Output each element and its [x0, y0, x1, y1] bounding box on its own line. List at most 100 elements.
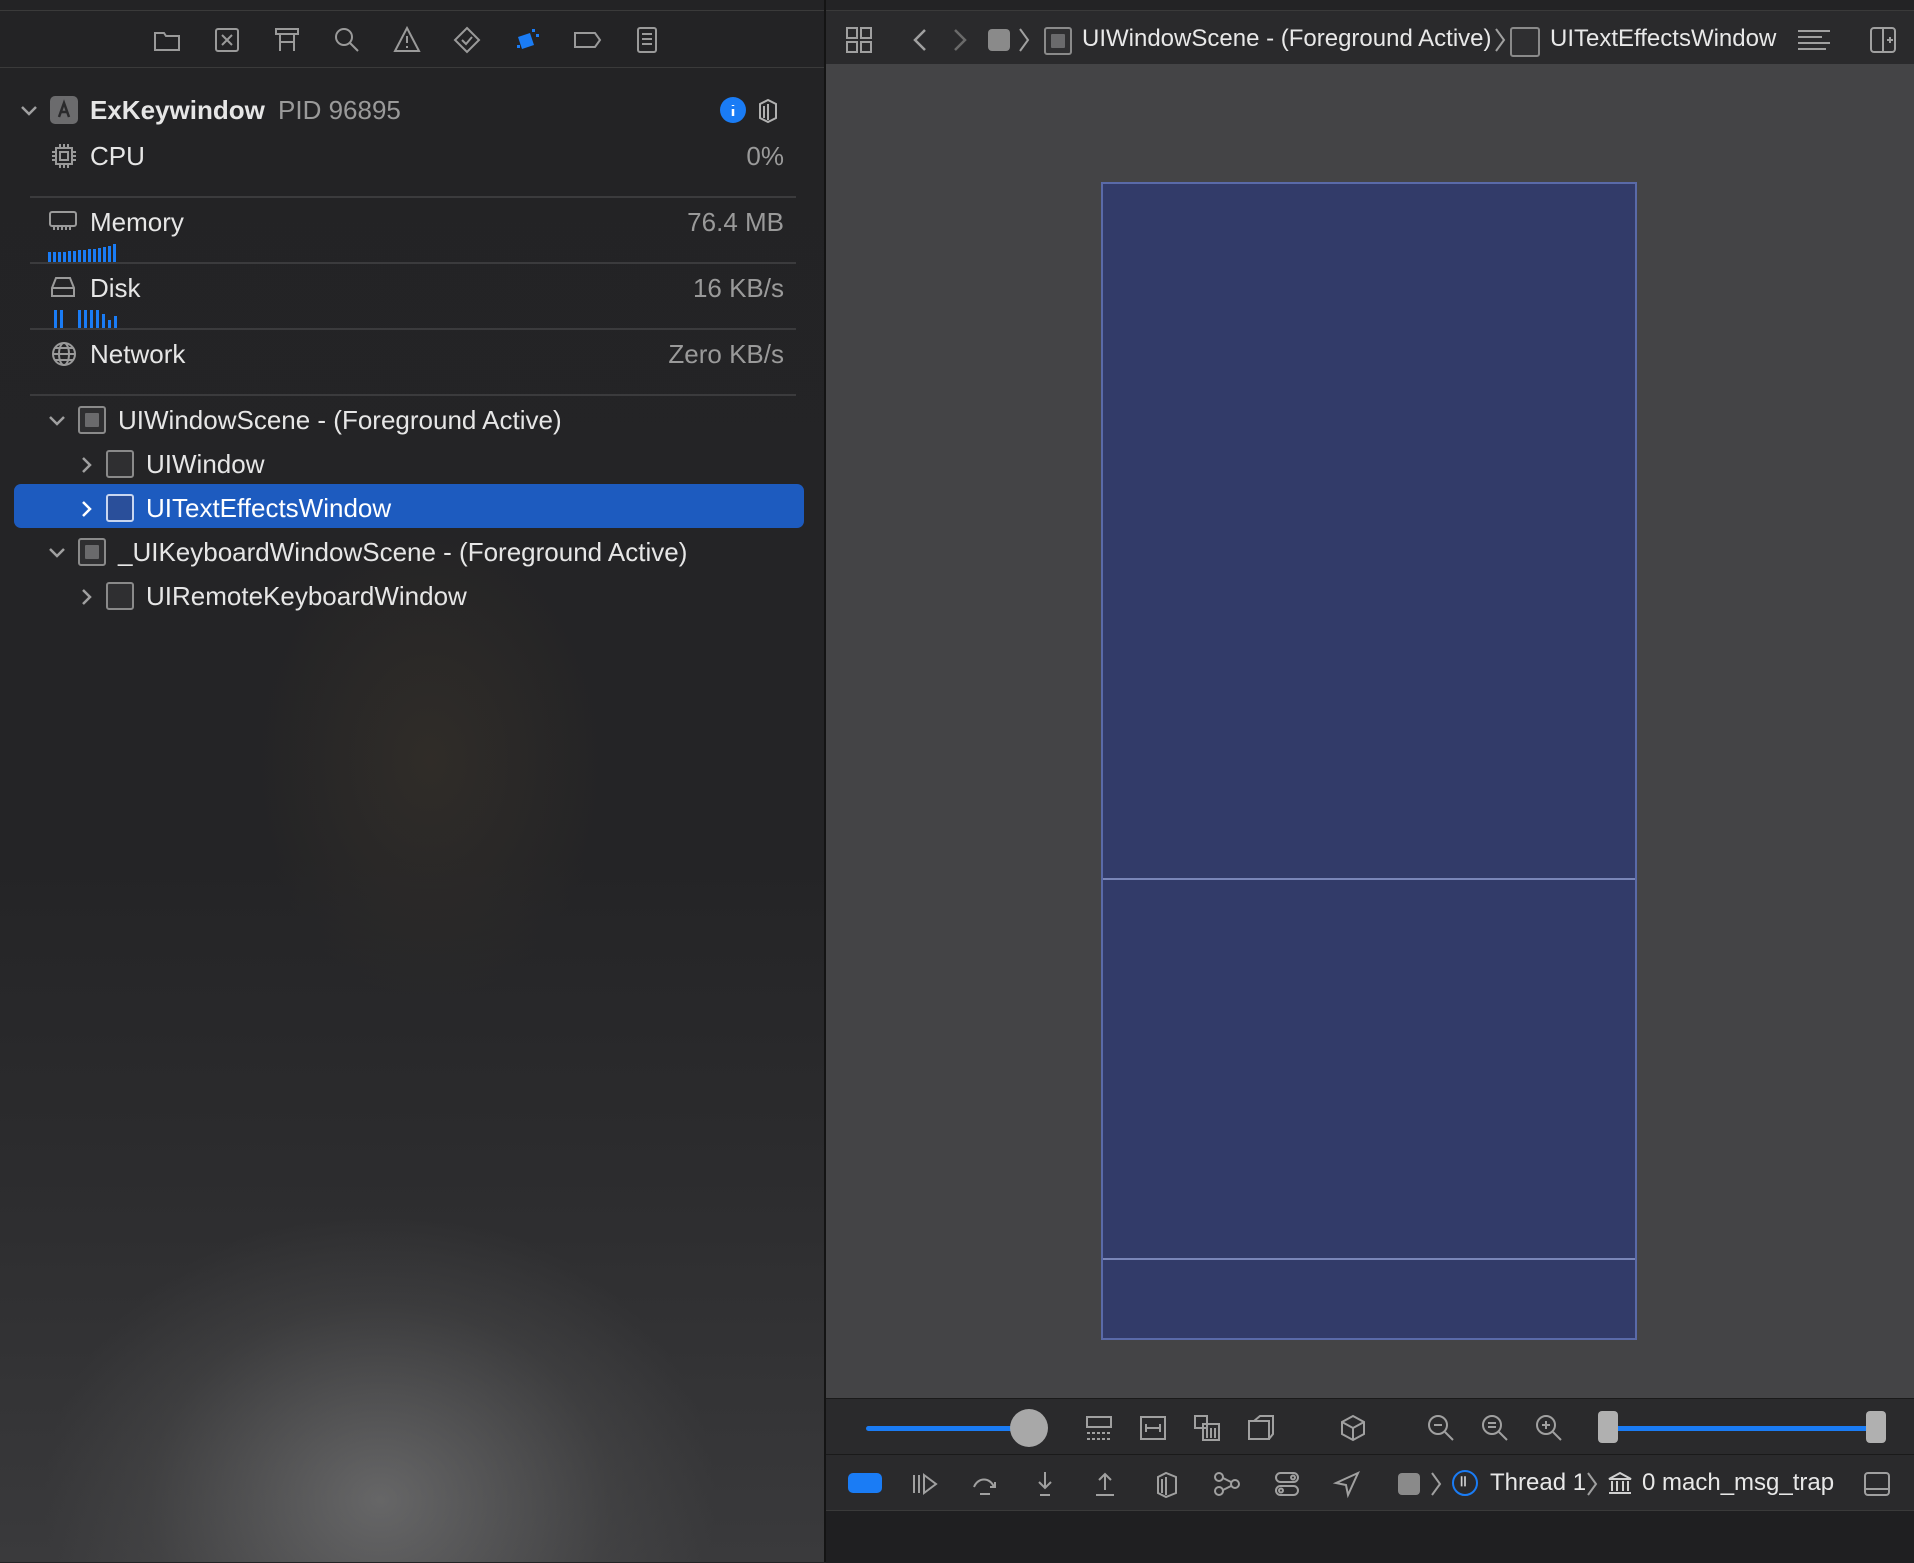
constraints-icon[interactable]: [1136, 1411, 1170, 1445]
back-icon[interactable]: [906, 23, 936, 57]
chevron-down-icon[interactable]: [18, 100, 40, 122]
chevron-right-icon: [1582, 1467, 1602, 1501]
window-icon: [106, 450, 134, 478]
app-icon[interactable]: [1398, 1473, 1420, 1495]
window-icon: [106, 582, 134, 610]
folder-icon[interactable]: [150, 23, 184, 57]
debug-area: [826, 1510, 1914, 1563]
scene-icon: [1044, 27, 1072, 55]
zoom-actual-icon[interactable]: [1478, 1411, 1512, 1445]
disk-sparkline: [54, 310, 117, 328]
zoom-in-icon[interactable]: [1532, 1411, 1566, 1445]
continue-icon[interactable]: [908, 1467, 942, 1501]
process-name: ExKeywindow: [90, 95, 265, 125]
divider: [30, 262, 796, 264]
library-icon: [1606, 1469, 1634, 1497]
chevron-right-icon: [1490, 23, 1510, 57]
breadcrumb-window[interactable]: UITextEffectsWindow: [1550, 23, 1776, 55]
hierarchy-icon[interactable]: [270, 23, 304, 57]
breakpoint-icon[interactable]: [570, 23, 604, 57]
tree-item-label: UIWindowScene - (Foreground Active): [118, 405, 562, 435]
layers-icon[interactable]: [1190, 1411, 1224, 1445]
window-icon: [106, 494, 134, 522]
step-over-icon[interactable]: [968, 1467, 1002, 1501]
navigator-toolbar: [0, 10, 824, 68]
gauge-label-cpu: CPU: [90, 141, 145, 171]
tree-item-uitexteffectswindow[interactable]: UITextEffectsWindow: [0, 488, 824, 528]
chevron-right-icon: [1014, 23, 1034, 57]
tree-item-uiremotekeyboardwindow[interactable]: UIRemoteKeyboardWindow: [0, 576, 824, 616]
editor-options-icon[interactable]: [1794, 23, 1834, 57]
test-icon[interactable]: [450, 23, 484, 57]
range-slider-max-handle[interactable]: [1866, 1411, 1886, 1443]
orient-3d-icon[interactable]: [1336, 1411, 1370, 1445]
forward-icon[interactable]: [944, 23, 974, 57]
zoom-out-icon[interactable]: [1424, 1411, 1458, 1445]
thread-icon: [1452, 1470, 1478, 1496]
chevron-right-icon: [1426, 1467, 1446, 1501]
tree-item-uikeyboardwindowscene[interactable]: _UIKeyboardWindowScene - (Foreground Act…: [0, 532, 824, 572]
add-editor-icon[interactable]: [1866, 23, 1900, 57]
gauge-label-network: Network: [90, 339, 186, 369]
breakpoints-toggle-icon[interactable]: [848, 1473, 882, 1493]
debug-icon[interactable]: [510, 23, 544, 57]
app-icon[interactable]: [988, 29, 1010, 51]
gauge-label-memory: Memory: [90, 207, 184, 237]
tree-item-label: _UIKeyboardWindowScene - (Foreground Act…: [118, 537, 688, 567]
source-control-icon[interactable]: [210, 23, 244, 57]
cpu-icon: [50, 142, 78, 170]
chevron-right-icon[interactable]: [76, 498, 98, 520]
memory-icon: [48, 208, 78, 234]
debug-view-hierarchy-icon[interactable]: [1150, 1467, 1184, 1501]
divider: [30, 196, 796, 198]
tree-item-label: UITextEffectsWindow: [146, 493, 392, 523]
memory-graph-icon[interactable]: [1210, 1467, 1244, 1501]
report-icon[interactable]: [630, 23, 664, 57]
range-slider-min-handle[interactable]: [1598, 1411, 1618, 1443]
chevron-down-icon[interactable]: [46, 542, 68, 564]
spacing-slider-track[interactable]: [866, 1426, 1030, 1431]
clipped-content-icon[interactable]: [1082, 1411, 1116, 1445]
tree-item-label: UIWindow: [146, 449, 265, 479]
chevron-down-icon[interactable]: [46, 410, 68, 432]
subview-boundary: [1103, 1258, 1635, 1260]
scene-icon: [78, 406, 106, 434]
gauge-label-disk: Disk: [90, 273, 141, 303]
gauge-value-memory: 76.4 MB: [687, 207, 784, 237]
range-slider-track[interactable]: [1608, 1426, 1878, 1431]
info-icon[interactable]: [720, 97, 746, 123]
subview-boundary: [1103, 878, 1635, 880]
app-icon: [50, 96, 78, 124]
window-icon: [1510, 27, 1540, 57]
chevron-right-icon[interactable]: [76, 454, 98, 476]
jump-bar: UIWindowScene - (Foreground Active) UITe…: [826, 10, 1914, 68]
related-items-icon[interactable]: [842, 23, 876, 57]
environment-overrides-icon[interactable]: [1270, 1467, 1304, 1501]
location-icon[interactable]: [1330, 1467, 1364, 1501]
divider: [30, 394, 796, 396]
find-icon[interactable]: [330, 23, 364, 57]
issue-icon[interactable]: [390, 23, 424, 57]
tree-item-uiwindow[interactable]: UIWindow: [0, 444, 824, 484]
gauge-value-disk: 16 KB/s: [692, 273, 784, 303]
step-out-icon[interactable]: [1088, 1467, 1122, 1501]
spacing-slider-knob[interactable]: [1010, 1409, 1048, 1447]
view-hierarchy-icon[interactable]: [754, 96, 782, 124]
memory-sparkline: [48, 244, 116, 262]
thread-label[interactable]: Thread 1: [1490, 1467, 1586, 1499]
view-debugger-bar: [826, 1398, 1914, 1455]
chevron-right-icon[interactable]: [76, 586, 98, 608]
disk-icon: [48, 274, 78, 300]
step-into-icon[interactable]: [1028, 1467, 1062, 1501]
frame-label[interactable]: 0 mach_msg_trap: [1642, 1467, 1834, 1499]
process-pid: PID 96895: [278, 95, 401, 125]
hide-debug-area-icon[interactable]: [1860, 1467, 1894, 1501]
breadcrumb-scene[interactable]: UIWindowScene - (Foreground Active): [1082, 23, 1492, 55]
tree-item-uiwindowscene[interactable]: UIWindowScene - (Foreground Active): [0, 400, 824, 440]
gauge-value-cpu: 0%: [746, 141, 784, 171]
network-icon: [50, 340, 78, 368]
view-frame-uitexteffectswindow[interactable]: [1101, 182, 1637, 1340]
debug-bar: Thread 1 0 mach_msg_trap: [826, 1454, 1914, 1511]
adjust-range-icon[interactable]: [1244, 1411, 1278, 1445]
tree-item-label: UIRemoteKeyboardWindow: [146, 581, 467, 611]
